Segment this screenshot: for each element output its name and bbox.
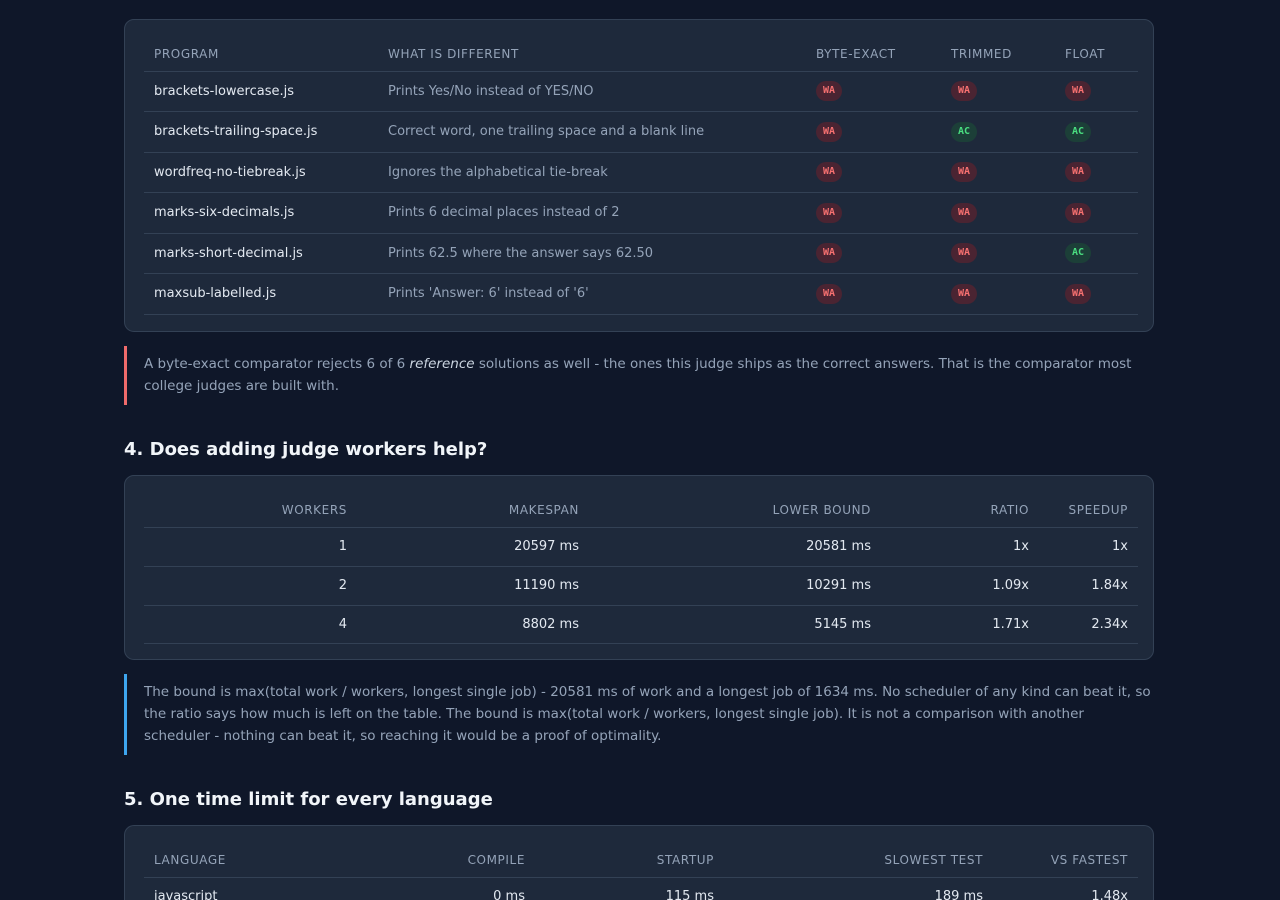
table-row: 1 20597 ms 20581 ms 1x 1x [144, 527, 1138, 567]
col-program: PROGRAM [144, 38, 378, 72]
note-emphasis: reference [409, 356, 475, 372]
workers-table: WORKERS MAKESPAN LOWER BOUND RATIO SPEED… [144, 494, 1138, 644]
program-name: marks-six-decimals.js [144, 192, 378, 234]
verdict-badge: WA [951, 243, 978, 263]
table-row: 4 8802 ms 5145 ms 1.71x 2.34x [144, 605, 1138, 644]
col-trimmed: TRIMMED [941, 38, 1055, 72]
difference-text: Prints 6 decimal places instead of 2 [378, 192, 806, 234]
comparator-table: PROGRAM WHAT IS DIFFERENT BYTE-EXACT TRI… [144, 38, 1138, 315]
verdict-badge: WA [1065, 283, 1092, 304]
speedup-value: 1.84x [1039, 566, 1138, 606]
verdict-badge: WA [1065, 202, 1092, 223]
col-ratio: RATIO [881, 494, 1039, 528]
program-name: brackets-lowercase.js [144, 71, 378, 112]
verdict-badge: WA [816, 243, 843, 263]
col-compile: COMPILE [398, 844, 535, 878]
table-row: marks-short-decimal.js Prints 62.5 where… [144, 233, 1138, 274]
slowest-test-value: 189 ms [724, 877, 993, 900]
table-row: marks-six-decimals.js Prints 6 decimal p… [144, 192, 1138, 234]
speedup-value: 1x [1039, 527, 1138, 567]
makespan-value: 20597 ms [357, 527, 589, 567]
verdict-badge: WA [951, 283, 978, 304]
workers-value: 2 [144, 566, 357, 606]
col-byte-exact: BYTE-EXACT [806, 38, 941, 72]
col-language: LANGUAGE [144, 844, 398, 878]
lower-bound-value: 20581 ms [589, 527, 881, 567]
col-startup: STARTUP [535, 844, 724, 878]
verdict-badge: AC [1065, 243, 1092, 263]
table-header-row: PROGRAM WHAT IS DIFFERENT BYTE-EXACT TRI… [144, 38, 1138, 72]
table-header-row: LANGUAGE COMPILE STARTUP SLOWEST TEST VS… [144, 844, 1138, 878]
language-table-card: LANGUAGE COMPILE STARTUP SLOWEST TEST VS… [124, 825, 1154, 900]
col-makespan: MAKESPAN [357, 494, 589, 528]
col-lower-bound: LOWER BOUND [589, 494, 881, 528]
note-text-before: A byte-exact comparator rejects 6 of 6 [144, 356, 410, 372]
table-row: brackets-lowercase.js Prints Yes/No inst… [144, 71, 1138, 112]
col-what-is-different: WHAT IS DIFFERENT [378, 38, 806, 72]
ratio-value: 1.71x [881, 605, 1039, 644]
language-name: javascript [144, 877, 398, 900]
difference-text: Correct word, one trailing space and a b… [378, 111, 806, 153]
difference-text: Ignores the alphabetical tie-break [378, 152, 806, 193]
verdict-badge: WA [951, 162, 978, 182]
compile-value: 0 ms [398, 877, 535, 900]
workers-value: 4 [144, 605, 357, 644]
table-row: maxsub-labelled.js Prints 'Answer: 6' in… [144, 273, 1138, 315]
col-float: FLOAT [1055, 38, 1138, 72]
table-row: javascript 0 ms 115 ms 189 ms 1.48x [144, 877, 1138, 900]
col-workers: WORKERS [144, 494, 357, 528]
difference-text: Prints 'Answer: 6' instead of '6' [378, 273, 806, 315]
ratio-value: 1.09x [881, 566, 1039, 606]
verdict-badge: WA [951, 81, 978, 101]
language-table: LANGUAGE COMPILE STARTUP SLOWEST TEST VS… [144, 844, 1138, 900]
difference-text: Prints Yes/No instead of YES/NO [378, 71, 806, 112]
program-name: wordfreq-no-tiebreak.js [144, 152, 378, 193]
table-row: wordfreq-no-tiebreak.js Ignores the alph… [144, 152, 1138, 193]
ratio-value: 1x [881, 527, 1039, 567]
vs-fastest-value: 1.48x [993, 877, 1138, 900]
note-text: The bound is max(total work / workers, l… [144, 684, 1151, 744]
comparator-table-card: PROGRAM WHAT IS DIFFERENT BYTE-EXACT TRI… [124, 19, 1154, 332]
verdict-badge: WA [1065, 81, 1092, 101]
verdict-badge: AC [951, 121, 978, 142]
workers-value: 1 [144, 527, 357, 567]
difference-text: Prints 62.5 where the answer says 62.50 [378, 233, 806, 274]
verdict-badge: AC [1065, 121, 1092, 142]
verdict-badge: WA [816, 162, 843, 182]
program-name: maxsub-labelled.js [144, 273, 378, 315]
makespan-value: 11190 ms [357, 566, 589, 606]
col-vs-fastest: VS FASTEST [993, 844, 1138, 878]
table-row: brackets-trailing-space.js Correct word,… [144, 111, 1138, 153]
callout-note-comparator: A byte-exact comparator rejects 6 of 6 r… [124, 346, 1154, 405]
section-heading-workers: 4. Does adding judge workers help? [124, 439, 488, 460]
col-slowest-test: SLOWEST TEST [724, 844, 993, 878]
verdict-badge: WA [816, 81, 843, 101]
table-row: 2 11190 ms 10291 ms 1.09x 1.84x [144, 566, 1138, 606]
workers-table-card: WORKERS MAKESPAN LOWER BOUND RATIO SPEED… [124, 475, 1154, 660]
report-page: PROGRAM WHAT IS DIFFERENT BYTE-EXACT TRI… [0, 0, 1280, 900]
startup-value: 115 ms [535, 877, 724, 900]
speedup-value: 2.34x [1039, 605, 1138, 644]
makespan-value: 8802 ms [357, 605, 589, 644]
lower-bound-value: 10291 ms [589, 566, 881, 606]
verdict-badge: WA [1065, 162, 1092, 182]
lower-bound-value: 5145 ms [589, 605, 881, 644]
program-name: brackets-trailing-space.js [144, 111, 378, 153]
callout-note-bound: The bound is max(total work / workers, l… [124, 674, 1154, 755]
section-heading-time-limit: 5. One time limit for every language [124, 789, 493, 810]
verdict-badge: WA [816, 121, 843, 142]
col-speedup: SPEEDUP [1039, 494, 1138, 528]
verdict-badge: WA [951, 202, 978, 223]
program-name: marks-short-decimal.js [144, 233, 378, 274]
verdict-badge: WA [816, 283, 843, 304]
verdict-badge: WA [816, 202, 843, 223]
table-header-row: WORKERS MAKESPAN LOWER BOUND RATIO SPEED… [144, 494, 1138, 528]
